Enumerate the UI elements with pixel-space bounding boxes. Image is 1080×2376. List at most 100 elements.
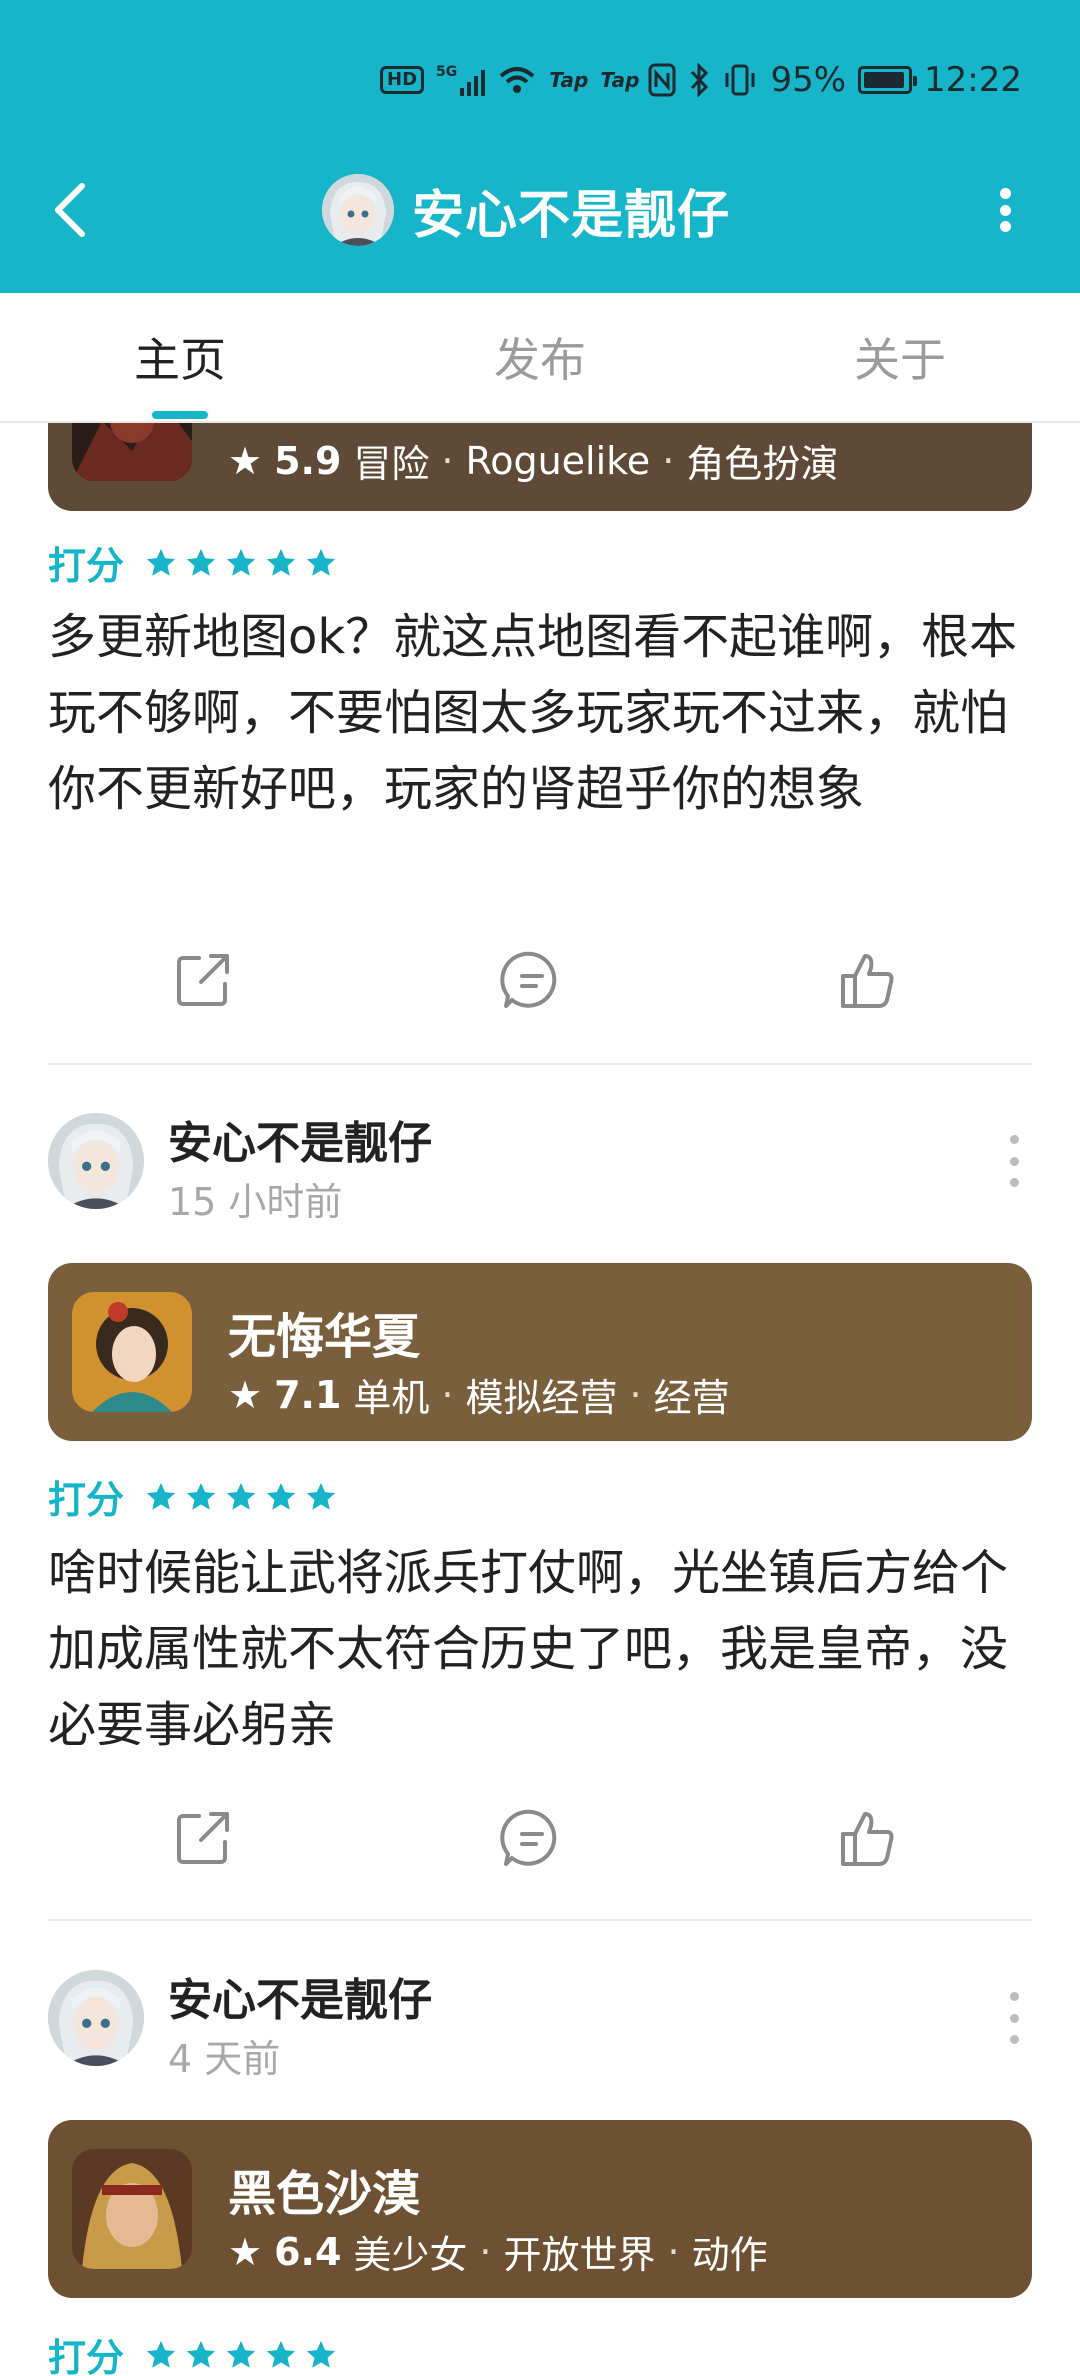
game-icon — [72, 423, 192, 481]
game-tag: 角色扮演 — [686, 442, 839, 486]
star-rating — [144, 2338, 338, 2372]
battery-percent: 95% — [770, 60, 847, 100]
tap-badge-2: Tap — [600, 68, 640, 92]
game-rating: 7.1 — [274, 1372, 342, 1417]
game-tag: 开放世界 — [503, 2233, 656, 2277]
header-title-group: 安心不是靓仔 — [322, 172, 730, 248]
star-rating — [144, 546, 338, 580]
more-vertical-icon[interactable] — [990, 180, 1020, 240]
review-text[interactable]: 多更新地图ok？就这点地图看不起谁啊，根本玩不够啊，不要怕图太多玩家玩不过来，就… — [48, 599, 1038, 827]
tab-bar: 主页 发布 关于 — [0, 293, 1080, 423]
network-type: 5G — [436, 64, 458, 80]
star-icon: ★ — [228, 438, 263, 483]
tap-badge-1: Tap — [549, 68, 589, 92]
score-row: 打分 — [48, 2327, 338, 2376]
score-label: 打分 — [48, 1478, 125, 1522]
game-name: 无悔华夏 — [228, 1309, 421, 1365]
game-icon — [72, 2149, 192, 2269]
star-icon — [226, 2340, 256, 2368]
game-rating: 5.9 — [274, 438, 342, 483]
star-icon — [266, 1482, 296, 1510]
like-button[interactable] — [832, 945, 902, 1015]
post-time: 4 天前 — [168, 2037, 281, 2081]
more-options-icon[interactable] — [1004, 1992, 1024, 2044]
star-icon — [306, 548, 336, 576]
star-icon — [186, 2340, 216, 2368]
bluetooth-icon — [691, 63, 709, 97]
post-time: 15 小时前 — [168, 1180, 343, 1224]
game-meta: ★ 6.4 美少女 · 开放世界 · 动作 — [228, 2224, 768, 2279]
star-icon — [266, 2340, 296, 2368]
star-icon — [146, 1482, 176, 1510]
divider — [48, 1919, 1032, 1921]
score-label: 打分 — [48, 2336, 125, 2376]
status-left: HD 5G Tap Tap — [380, 58, 639, 102]
star-icon — [226, 548, 256, 576]
star-icon — [306, 1482, 336, 1510]
game-card[interactable]: ★ 5.9 冒险 · Roguelike · 角色扮演 — [48, 423, 1032, 511]
score-row: 打分 — [48, 535, 338, 590]
game-meta: ★ 7.1 单机 · 模拟经营 · 经营 — [228, 1367, 730, 1422]
comment-icon — [500, 951, 557, 1008]
review-text[interactable]: 啥时候能让武将派兵打仗啊，光坐镇后方给个加成属性就不太符合历史了吧，我是皇帝，没… — [48, 1535, 1038, 1763]
game-rating: 6.4 — [274, 2229, 342, 2274]
clock: 12:22 — [924, 60, 1022, 100]
status-bar: HD 5G Tap Tap 95% 12:22 — [0, 0, 1080, 160]
star-icon — [306, 2340, 336, 2368]
tab-about[interactable]: 关于 — [720, 293, 1080, 421]
game-tag: 单机 — [353, 1376, 430, 1420]
tab-posts[interactable]: 发布 — [360, 293, 720, 421]
game-tag: Roguelike — [465, 438, 651, 483]
back-button[interactable] — [40, 175, 100, 245]
vibrate-icon — [725, 64, 755, 96]
more-options-icon[interactable] — [1004, 1135, 1024, 1187]
post-author[interactable]: 安心不是靓仔 4 天前 — [48, 1970, 1032, 2081]
post-author[interactable]: 安心不是靓仔 15 小时前 — [48, 1113, 1032, 1224]
game-tag: 美少女 — [353, 2233, 468, 2277]
avatar[interactable] — [48, 1970, 144, 2066]
game-tag: 经营 — [653, 1376, 730, 1420]
comment-icon — [500, 1809, 557, 1866]
game-tag: 冒险 — [353, 442, 430, 486]
game-name: 黑色沙漠 — [228, 2166, 421, 2222]
star-icon — [146, 548, 176, 576]
star-icon — [186, 1482, 216, 1510]
author-name[interactable]: 安心不是靓仔 — [168, 1107, 432, 1171]
star-icon — [226, 1482, 256, 1510]
author-name[interactable]: 安心不是靓仔 — [168, 1964, 432, 2028]
feed[interactable]: ★ 5.9 冒险 · Roguelike · 角色扮演 打分 多更新地图ok？就… — [0, 423, 1080, 2376]
like-button[interactable] — [832, 1803, 902, 1873]
post-actions — [0, 945, 1080, 1015]
share-icon — [177, 1812, 229, 1864]
game-tag: 动作 — [691, 2233, 768, 2277]
game-card[interactable]: 无悔华夏 ★ 7.1 单机 · 模拟经营 · 经营 — [48, 1263, 1032, 1441]
score-label: 打分 — [48, 544, 125, 588]
status-right: 95% 12:22 — [648, 58, 1022, 102]
star-icon — [186, 548, 216, 576]
game-icon — [72, 1292, 192, 1412]
wifi-icon — [499, 67, 535, 93]
game-card[interactable]: 黑色沙漠 ★ 6.4 美少女 · 开放世界 · 动作 — [48, 2120, 1032, 2298]
star-rating — [144, 1480, 338, 1514]
battery-level — [864, 72, 904, 88]
avatar[interactable] — [48, 1113, 144, 1209]
app-header: HD 5G Tap Tap 95% 12:22 安心不是靓仔 — [0, 0, 1080, 293]
tab-home[interactable]: 主页 — [0, 293, 360, 421]
comment-button[interactable] — [497, 1803, 567, 1873]
game-meta: ★ 5.9 冒险 · Roguelike · 角色扮演 — [228, 433, 838, 488]
comment-button[interactable] — [497, 945, 567, 1015]
signal-icon: 5G — [436, 64, 486, 96]
share-button[interactable] — [168, 1803, 238, 1873]
star-icon: ★ — [228, 2229, 263, 2274]
tab-indicator — [152, 411, 208, 419]
score-row: 打分 — [48, 1469, 338, 1524]
star-icon — [146, 2340, 176, 2368]
header-avatar[interactable] — [322, 174, 394, 246]
header-title: 安心不是靓仔 — [412, 185, 731, 246]
star-icon — [266, 548, 296, 576]
share-button[interactable] — [168, 945, 238, 1015]
game-tag: 模拟经营 — [465, 1376, 618, 1420]
thumbs-up-icon — [841, 1812, 894, 1866]
share-icon — [177, 954, 229, 1006]
post-actions — [0, 1803, 1080, 1873]
